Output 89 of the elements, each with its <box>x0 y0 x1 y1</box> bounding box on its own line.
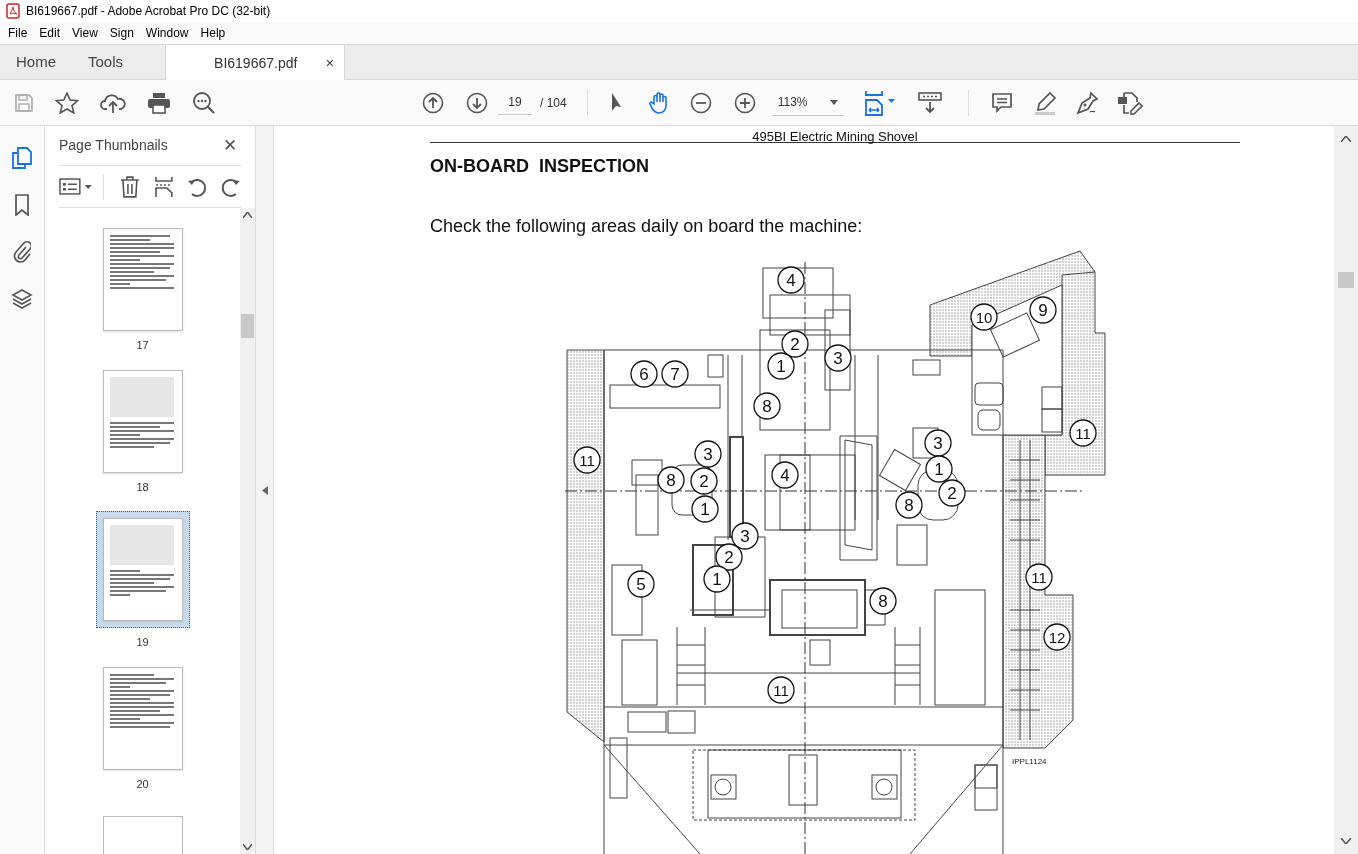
comment-icon[interactable] <box>990 91 1013 114</box>
next-page-icon[interactable] <box>466 91 488 114</box>
tab[interactable]: BI619667.pdf × <box>165 45 346 81</box>
callout: 9 <box>1029 296 1057 324</box>
menu-item[interactable]: View <box>66 22 104 44</box>
callout: 4 <box>771 461 799 489</box>
trash-icon[interactable] <box>119 175 140 198</box>
page-number-label: 20 <box>136 776 149 792</box>
callout: 11 <box>767 676 795 704</box>
close-button[interactable]: ✕ <box>223 132 241 159</box>
scrollbar[interactable] <box>1334 126 1358 854</box>
page-count: / 104 <box>540 94 567 112</box>
menu-item[interactable]: Edit <box>33 22 67 44</box>
window-title: BI619667.pdf - Adobe Acrobat Pro DC (32-bit) <box>26 3 271 20</box>
callout: 2 <box>690 467 718 495</box>
callout: 3 <box>694 440 722 468</box>
page-thumbnail[interactable] <box>102 666 183 770</box>
zoom-dropdown[interactable]: 113% <box>771 89 844 116</box>
scrollbar-thumb[interactable] <box>1338 272 1354 288</box>
panel-title: Page Thumbnails <box>59 136 168 155</box>
callout: 12 <box>1043 623 1071 651</box>
menu-item[interactable]: File <box>2 22 34 44</box>
scroll-up-icon[interactable] <box>1341 136 1351 142</box>
callout: 1 <box>767 352 795 380</box>
section-heading: ON-BOARD INSPECTION <box>430 155 650 178</box>
caret-icon <box>829 99 838 105</box>
callout: 3 <box>731 522 759 550</box>
page-thumbnail[interactable] <box>95 511 190 628</box>
page-number-label: 17 <box>136 338 149 353</box>
collapse-panel-handle[interactable] <box>256 126 274 854</box>
page-number-label: 18 <box>136 479 149 495</box>
callout: 11 <box>573 446 601 474</box>
pages-icon[interactable] <box>11 146 33 170</box>
pen-nib-icon[interactable] <box>1074 90 1099 115</box>
page-thumbnail[interactable] <box>102 228 183 331</box>
bookmark-icon[interactable] <box>14 194 30 216</box>
highlighter-icon[interactable] <box>1032 90 1057 115</box>
menu-item[interactable]: Sign <box>103 22 140 44</box>
page-thumbnail[interactable] <box>102 369 183 473</box>
callout: 8 <box>869 587 897 615</box>
callout: 3 <box>924 429 952 457</box>
zoom-in-icon[interactable] <box>733 91 756 114</box>
paperclip-icon[interactable] <box>13 240 31 264</box>
fit-page-icon[interactable] <box>863 89 898 116</box>
layers-icon[interactable] <box>11 288 33 310</box>
scroll-up-icon[interactable] <box>243 212 252 218</box>
search-icon[interactable] <box>192 90 216 115</box>
page-number-field[interactable]: 19 <box>498 90 532 115</box>
callout: 4 <box>777 266 805 294</box>
scrollbar[interactable] <box>240 208 255 854</box>
insert-page-icon[interactable] <box>153 175 174 198</box>
menu-item[interactable]: Help <box>194 22 232 44</box>
scrollbar-thumb[interactable] <box>241 314 254 338</box>
callout: 8 <box>895 491 923 519</box>
previous-page-icon[interactable] <box>422 91 444 114</box>
callout: 8 <box>657 466 685 494</box>
callout: 1 <box>691 495 719 523</box>
options-menu-icon[interactable] <box>59 177 93 196</box>
close-tab-button[interactable]: × <box>323 52 337 74</box>
callout: 6 <box>630 360 658 388</box>
instruction-text: Check the following areas daily on board the machine: <box>430 215 864 238</box>
tab[interactable]: Home <box>0 45 72 79</box>
cloud-upload-icon[interactable] <box>100 91 126 114</box>
callout: 2 <box>938 479 966 507</box>
callout: 2 <box>781 330 809 358</box>
zoom-out-icon[interactable] <box>689 91 712 114</box>
collapse-arrow-icon <box>261 485 268 495</box>
callout: 1 <box>703 565 731 593</box>
print-icon[interactable] <box>147 91 171 114</box>
callout: 11 <box>1025 563 1053 591</box>
scroll-down-icon[interactable] <box>1341 838 1351 844</box>
scroll-mode-icon[interactable] <box>917 91 942 114</box>
app-logo-icon <box>6 3 20 19</box>
menu-item[interactable]: Window <box>139 22 195 44</box>
page-header: 495BI Electric Mining Shovel <box>752 130 918 143</box>
callout: 10 <box>970 303 998 331</box>
star-icon[interactable] <box>55 91 79 114</box>
callout: 7 <box>661 360 689 388</box>
scroll-down-icon[interactable] <box>243 844 252 850</box>
callout: 8 <box>753 392 781 420</box>
edit-document-icon[interactable] <box>1116 90 1143 115</box>
callout: 11 <box>1069 419 1097 447</box>
callout: 1 <box>925 455 953 483</box>
figure-code: IPPL1124 <box>1012 757 1047 766</box>
page-thumbnail[interactable] <box>102 816 183 854</box>
callout: 5 <box>627 570 655 598</box>
page-number-label: 19 <box>136 635 149 650</box>
tab[interactable]: Tools <box>72 45 140 79</box>
callout: 3 <box>824 344 852 372</box>
